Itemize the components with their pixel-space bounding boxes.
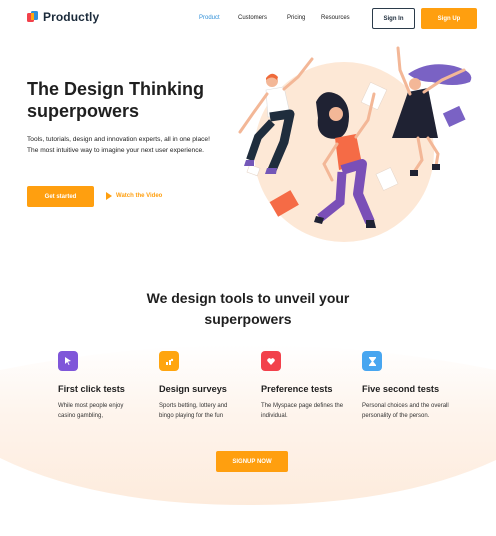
feature-card: Design surveys Sports betting, lottery a…: [159, 351, 254, 421]
feature-description: The Myspace page defines the individual.: [261, 403, 344, 419]
brand-name: Productly: [43, 10, 100, 24]
chart-icon: [159, 351, 179, 371]
watch-video-link[interactable]: Watch the Video: [106, 192, 162, 200]
productly-logo-icon: [27, 11, 38, 22]
brand-logo[interactable]: Productly: [27, 10, 99, 24]
get-started-button[interactable]: Get started: [27, 186, 94, 207]
cursor-icon: [58, 351, 78, 371]
sign-up-button[interactable]: Sign Up: [421, 8, 477, 29]
feature-card: Five second tests Personal choices and t…: [362, 351, 457, 421]
main-menu: Product Customers Pricing Resources: [199, 15, 350, 21]
feature-title: Five second tests: [362, 384, 440, 394]
watch-video-label: Watch the Video: [116, 193, 163, 199]
feature-title: Design surveys: [159, 384, 227, 394]
nav-item-product[interactable]: Product: [199, 15, 238, 21]
nav-item-pricing[interactable]: Pricing: [287, 15, 321, 21]
feature-title: First click tests: [58, 384, 125, 394]
feature-card: First click tests While most people enjo…: [58, 351, 153, 421]
feature-description: While most people enjoy casino gambling,: [58, 403, 124, 419]
hero-description: Tools, tutorials, design and innovation …: [27, 136, 210, 154]
hero-illustration: [238, 46, 472, 242]
signup-now-button[interactable]: SIGNUP NOW: [216, 451, 288, 472]
features-section-title: We design tools to unveil your superpowe…: [0, 288, 496, 330]
hero-title: The Design Thinking superpowers: [27, 79, 205, 121]
features-section-title-text: We design tools to unveil your superpowe…: [146, 290, 350, 327]
nav-item-customers[interactable]: Customers: [238, 15, 287, 21]
play-icon: [106, 192, 112, 200]
sign-in-button[interactable]: Sign In: [372, 8, 415, 29]
top-navigation: Productly Product Customers Pricing Reso…: [0, 0, 496, 38]
feature-card: Preference tests The Myspace page define…: [261, 351, 356, 421]
nav-item-resources[interactable]: Resources: [321, 15, 350, 21]
feature-title: Preference tests: [261, 384, 333, 394]
hourglass-icon: [362, 351, 382, 371]
paper-sheet: [442, 105, 466, 128]
feature-description: Sports betting, lottery and bingo playin…: [159, 403, 228, 419]
feature-description: Personal choices and the overall persona…: [362, 403, 449, 419]
heart-icon: [261, 351, 281, 371]
